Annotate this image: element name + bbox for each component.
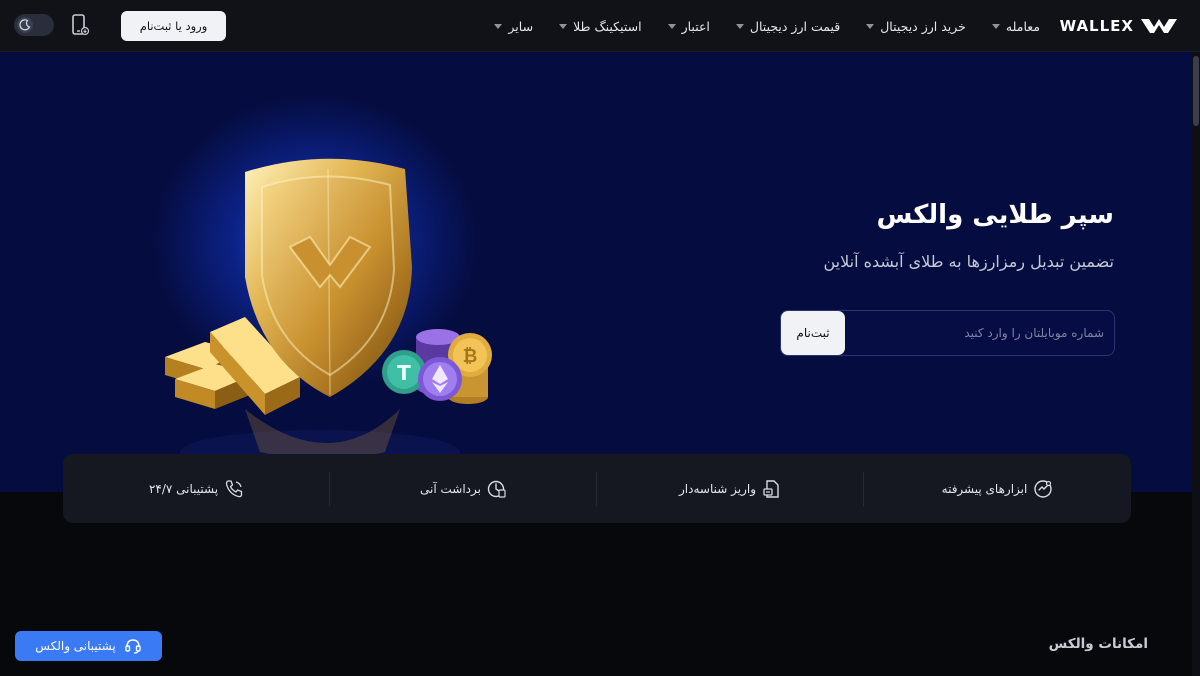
gold-shield-illustration: ₿ T: [165, 158, 492, 474]
nav-item-label: اعتبار: [681, 18, 710, 34]
scrollbar-thumb[interactable]: [1193, 56, 1199, 126]
svg-text:T: T: [397, 361, 411, 385]
feature-label: پشتیبانی ۲۴/۷: [148, 481, 219, 496]
coins: ₿ T: [382, 329, 492, 404]
moon-icon: [19, 19, 31, 31]
nav-item-label: خرید ارز دیجیتال: [880, 18, 966, 34]
nav-item-label: قیمت ارز دیجیتال: [749, 18, 841, 34]
feature-label: برداشت آنی: [420, 481, 481, 496]
feature-label: ابزارهای پیشرفته: [941, 481, 1028, 496]
phone-input[interactable]: [854, 311, 1104, 355]
nav-item-buy-crypto[interactable]: خرید ارز دیجیتال: [866, 19, 966, 34]
headset-icon: [125, 639, 141, 654]
hero-subtitle: تضمین تبدیل رمزارزها به طلای آبشده آنلای…: [823, 252, 1114, 271]
chevron-down-icon: [991, 23, 1000, 29]
nav-item-label: معامله: [1005, 18, 1040, 34]
tools-icon: [1034, 479, 1053, 498]
login-signup-button[interactable]: ورود یا ثبت‌نام: [121, 11, 226, 41]
instant-withdraw-icon: [487, 480, 506, 498]
nav-item-credit[interactable]: اعتبار: [667, 18, 710, 34]
page-scrollbar[interactable]: [1192, 52, 1200, 676]
feature-support: پشتیبانی ۲۴/۷: [63, 454, 330, 523]
wallex-logo-icon: [1141, 19, 1177, 33]
nav-item-trade[interactable]: معامله: [991, 18, 1040, 34]
mobile-app-icon[interactable]: [70, 14, 90, 38]
chevron-down-icon: [494, 23, 503, 29]
wallex-logo[interactable]: WALLEX: [1060, 15, 1178, 37]
toggle-knob: [17, 17, 33, 33]
top-navbar: WALLEX معامله خرید ارز دیجیتال قیمت ارز …: [0, 0, 1200, 52]
deposit-id-icon: [763, 479, 779, 498]
hero-title: سپر طلایی والکس: [876, 200, 1114, 230]
feature-deposit-id: واریز شناسه‌دار: [597, 454, 864, 523]
signup-form: ثبت‌نام: [780, 310, 1115, 356]
svg-text:₿: ₿: [463, 346, 478, 367]
chevron-down-icon: [735, 23, 744, 29]
logo-text: WALLEX: [1059, 17, 1134, 35]
nav-item-label: سایر: [508, 18, 534, 34]
main-nav: معامله خرید ارز دیجیتال قیمت ارز دیجیتال…: [494, 0, 1040, 52]
features-bar: ابزارهای پیشرفته واریز شناسه‌دار برداشت …: [63, 454, 1131, 523]
feature-instant-withdraw: برداشت آنی: [330, 454, 597, 523]
feature-label: واریز شناسه‌دار: [679, 481, 756, 496]
support-chat-button[interactable]: پشتیبانی والکس: [15, 631, 162, 661]
support-button-label: پشتیبانی والکس: [35, 639, 116, 653]
nav-item-crypto-prices[interactable]: قیمت ارز دیجیتال: [735, 18, 841, 34]
phone-icon: [225, 479, 243, 497]
theme-toggle[interactable]: [14, 14, 54, 36]
section-title: امکانات والکس: [1048, 636, 1148, 652]
feature-advanced-tools: ابزارهای پیشرفته: [864, 454, 1131, 523]
signup-button[interactable]: ثبت‌نام: [781, 311, 845, 355]
nav-item-label: استیکینگ طلا: [573, 18, 642, 34]
chevron-down-icon: [667, 23, 676, 29]
chevron-down-icon: [559, 23, 568, 29]
nav-item-other[interactable]: سایر: [494, 19, 533, 34]
nav-item-gold-staking[interactable]: استیکینگ طلا: [559, 19, 642, 34]
hero-section: ₿ T سپر طلایی والکس تضمین تبدیل رمزارزها…: [0, 52, 1200, 492]
chevron-down-icon: [866, 23, 875, 29]
